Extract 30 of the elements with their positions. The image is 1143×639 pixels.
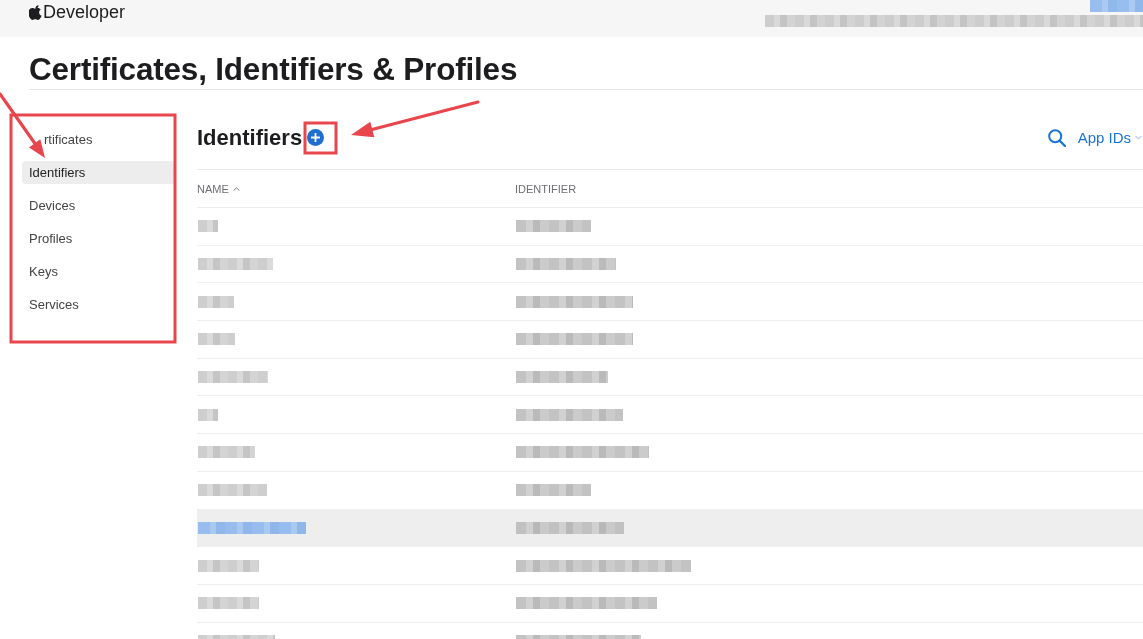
redacted-text [198,484,267,497]
redacted-text [1090,0,1143,12]
sidebar-item[interactable]: Services [22,293,175,316]
redacted-text [198,333,235,346]
apple-icon[interactable] [29,4,42,20]
add-button[interactable] [307,129,325,146]
redacted-text [198,295,234,308]
redacted-text [198,371,268,384]
redacted-text [198,408,218,421]
column-header[interactable]: IDENTIFIER [515,182,577,195]
sidebar-item[interactable]: rtificates [22,128,175,151]
table-row[interactable] [197,509,1143,548]
redacted-text [198,559,259,572]
chevron-down-icon [1135,135,1142,140]
column-header[interactable]: NAME [197,182,240,195]
filter-dropdown[interactable]: App IDs [1077,129,1143,146]
redacted-text [198,446,255,459]
page-title: Certificates, Identifiers & Profiles [29,50,1143,90]
highlight-frame [303,121,338,155]
sidebar-item[interactable]: Devices [22,194,175,217]
redacted-text [198,597,259,610]
section-title: Identifiers [197,124,303,151]
sidebar-item[interactable]: Profiles [22,227,175,250]
annotation-arrow [0,92,45,158]
redacted-text [198,220,218,233]
plus-icon [311,133,321,142]
brand-name[interactable]: Developer [43,2,126,22]
search-icon[interactable] [1047,128,1066,147]
sidebar-item[interactable]: Identifiers [22,161,175,184]
sidebar-item[interactable]: Keys [22,260,175,283]
